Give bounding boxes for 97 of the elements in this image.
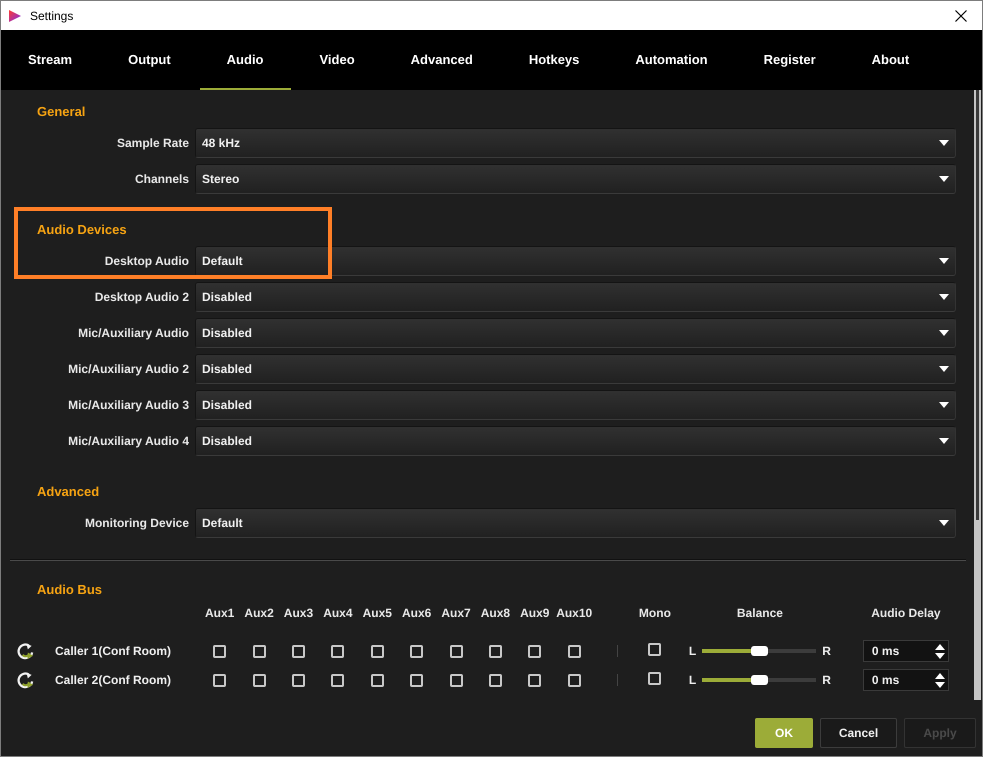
field-label: Monitoring Device <box>84 516 189 530</box>
checkbox[interactable] <box>331 674 344 686</box>
column-header: Aux10 <box>556 606 592 620</box>
field-label: Mic/Auxiliary Audio 3 <box>68 398 189 412</box>
circular-arrows-icon <box>17 642 34 660</box>
balance-left-label: L <box>688 644 696 658</box>
checkbox[interactable] <box>568 644 581 658</box>
column-header: Balance <box>736 606 783 620</box>
caller-name: Caller 1(Conf Room) <box>54 644 172 658</box>
tab[interactable]: Stream <box>1 30 100 90</box>
tab[interactable]: Register <box>736 30 843 90</box>
column-header: Aux5 <box>362 606 392 620</box>
balance-right-label: R <box>822 673 831 687</box>
dropdown[interactable]: Disabled <box>195 282 956 312</box>
field-label: Mic/Auxiliary Audio 4 <box>68 434 189 448</box>
dropdown[interactable]: Disabled <box>195 318 956 348</box>
checkbox[interactable] <box>568 674 581 686</box>
field-label: Mic/Auxiliary Audio 2 <box>68 362 189 376</box>
up-caret-icon[interactable] <box>934 672 945 678</box>
checkbox[interactable] <box>648 672 662 685</box>
caret-icon <box>939 366 949 372</box>
dropdown[interactable]: 48 kHz <box>195 128 956 158</box>
checkbox[interactable] <box>528 674 542 686</box>
tab[interactable]: Automation <box>608 30 735 90</box>
caret-icon <box>939 140 949 146</box>
checkbox[interactable] <box>213 674 226 686</box>
dropdown[interactable]: Default <box>195 246 956 276</box>
down-caret-icon[interactable] <box>934 652 945 658</box>
checkbox[interactable] <box>292 644 305 658</box>
field-label: Channels <box>134 172 189 186</box>
section-heading: Audio Devices <box>37 221 127 239</box>
column-header: Aux4 <box>323 606 353 620</box>
column-header: Aux8 <box>480 606 510 620</box>
section-heading: Advanced <box>37 483 100 501</box>
tab[interactable]: Video <box>292 30 382 90</box>
caret-icon <box>939 330 949 336</box>
tab[interactable]: About <box>844 30 936 90</box>
dialog-button[interactable]: Cancel <box>820 718 897 748</box>
scrollbar[interactable] <box>974 90 981 700</box>
field-label: Desktop Audio 2 <box>94 290 189 304</box>
tab[interactable]: Output <box>101 30 198 90</box>
scrollbar-thumb[interactable] <box>976 90 979 520</box>
field-label: Sample Rate <box>116 136 189 150</box>
window-title: Settings <box>30 8 74 22</box>
caller-name: Caller 2(Conf Room) <box>54 673 172 687</box>
checkbox[interactable] <box>292 674 305 686</box>
checkbox[interactable] <box>410 674 424 686</box>
up-caret-icon[interactable] <box>934 644 945 650</box>
checkbox[interactable] <box>648 643 662 656</box>
slider-thumb[interactable] <box>751 675 768 685</box>
delay-field[interactable]: 0 ms <box>862 669 949 691</box>
column-header: Aux6 <box>402 606 432 620</box>
caret-icon <box>939 438 949 444</box>
field-label: Desktop Audio <box>104 254 189 268</box>
checkbox[interactable] <box>450 644 463 658</box>
checkbox[interactable] <box>331 644 344 658</box>
checkbox[interactable] <box>450 674 463 686</box>
checkbox[interactable] <box>488 644 502 658</box>
column-header: Mono <box>638 606 671 620</box>
column-header: Audio Delay <box>871 606 941 620</box>
checkbox[interactable] <box>370 644 384 658</box>
caret-icon <box>939 520 949 526</box>
play-logo-icon <box>9 10 21 22</box>
dropdown[interactable]: Disabled <box>195 426 956 456</box>
caret-icon <box>939 294 949 300</box>
dropdown[interactable]: Stereo <box>195 164 956 194</box>
section-heading: General <box>37 103 86 121</box>
column-header: Aux9 <box>520 606 550 620</box>
tab[interactable]: Audio <box>200 30 290 90</box>
column-header: Aux3 <box>284 606 314 620</box>
column-header: Aux2 <box>244 606 274 620</box>
checkbox[interactable] <box>370 674 384 686</box>
checkbox[interactable] <box>528 644 542 658</box>
section-heading: Audio Bus <box>37 581 102 599</box>
close-icon <box>955 10 967 22</box>
checkbox[interactable] <box>410 644 424 658</box>
balance-right-label: R <box>822 644 831 658</box>
dropdown[interactable]: Default <box>195 508 956 538</box>
delay-field[interactable]: 0 ms <box>862 640 949 662</box>
tab[interactable]: Hotkeys <box>502 30 606 90</box>
column-header: Aux7 <box>441 606 471 620</box>
field-label: Mic/Auxiliary Audio <box>78 326 189 340</box>
tab[interactable]: Advanced <box>384 30 500 90</box>
checkbox[interactable] <box>213 644 226 658</box>
caret-icon <box>939 402 949 408</box>
balance-left-label: L <box>688 673 696 687</box>
circular-arrows-icon <box>17 672 34 688</box>
down-caret-icon[interactable] <box>934 682 945 688</box>
slider-thumb[interactable] <box>751 646 768 656</box>
checkbox[interactable] <box>252 644 266 658</box>
caret-icon <box>939 176 949 182</box>
dropdown[interactable]: Disabled <box>195 390 956 420</box>
caret-icon <box>939 258 949 264</box>
dropdown[interactable]: Disabled <box>195 354 956 384</box>
checkbox[interactable] <box>252 674 266 686</box>
checkbox[interactable] <box>488 674 502 686</box>
column-header: Aux1 <box>205 606 234 620</box>
